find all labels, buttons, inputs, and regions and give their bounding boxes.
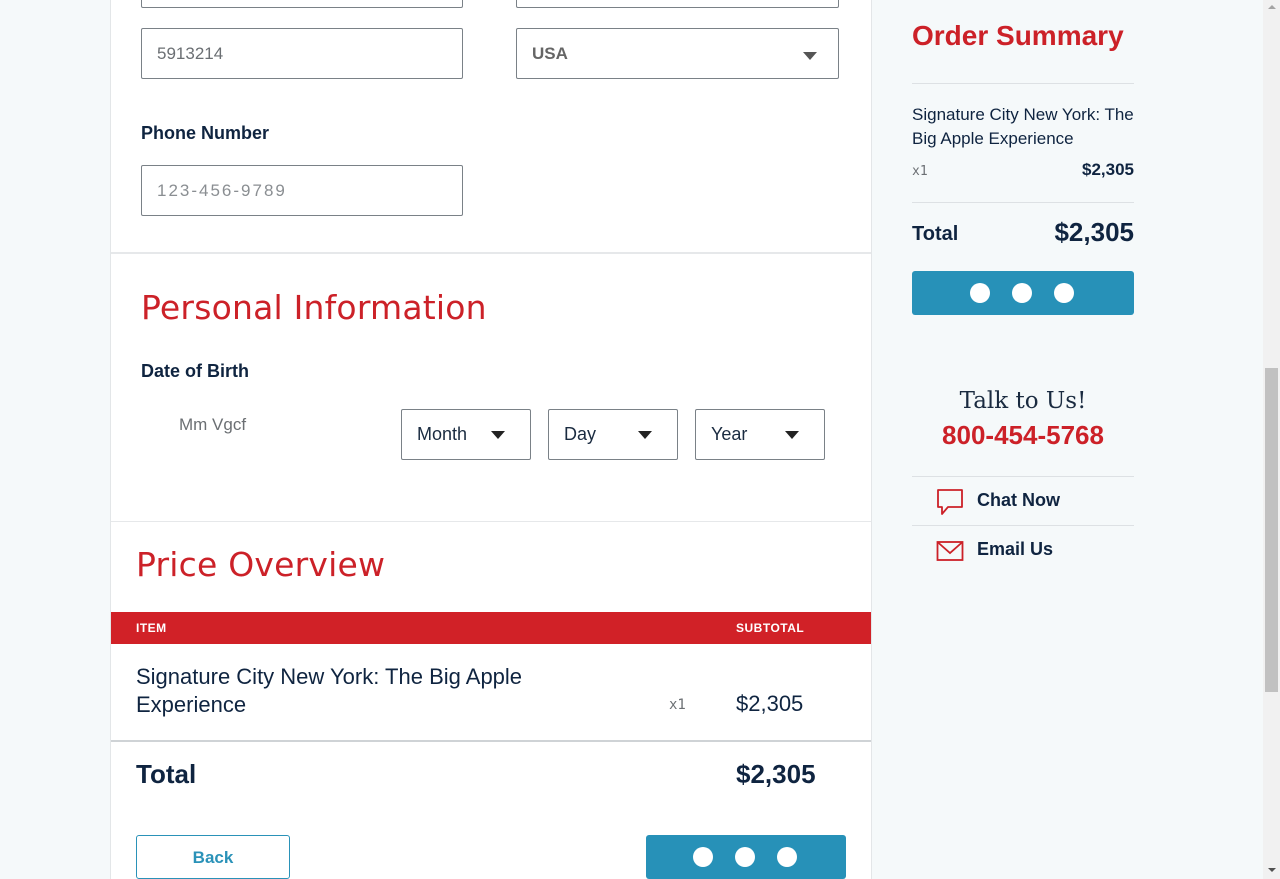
col-subtotal: SUBTOTAL xyxy=(736,621,805,635)
dob-hint: Mm Vgcf xyxy=(179,415,247,434)
loading-dot xyxy=(970,283,990,303)
price-item-name: Signature City New York: The Big Apple E… xyxy=(136,664,523,717)
section-divider xyxy=(111,521,871,522)
loading-dot xyxy=(693,847,713,867)
chat-now-link[interactable]: Chat Now xyxy=(912,477,1134,526)
order-summary-title: Order Summary xyxy=(912,20,1124,51)
scroll-up-arrow-icon[interactable] xyxy=(1268,5,1276,9)
phone-input[interactable]: 123-456-9789 xyxy=(141,165,463,216)
day-select[interactable]: Day xyxy=(548,409,678,460)
chevron-down-icon xyxy=(803,52,817,60)
partial-field-left[interactable] xyxy=(141,0,463,8)
loading-dot xyxy=(735,847,755,867)
price-item-qty: x1 xyxy=(669,697,686,713)
partial-field-right[interactable] xyxy=(516,0,839,8)
total-value: $2,305 xyxy=(736,759,816,789)
back-button[interactable]: Back xyxy=(136,835,290,879)
day-label: Day xyxy=(564,424,597,444)
total-label: Total xyxy=(136,759,197,789)
page-scrollbar[interactable] xyxy=(1263,0,1280,879)
section-divider xyxy=(111,252,871,254)
checkout-form: 5913214 USA Phone Number 123-456-9789 Pe… xyxy=(110,0,872,879)
summary-item-name: Signature City New York: The Big Apple E… xyxy=(912,105,1134,148)
zip-field[interactable]: 5913214 xyxy=(141,28,463,79)
phone-placeholder: 123-456-9789 xyxy=(157,181,287,200)
summary-continue-button-loading[interactable] xyxy=(912,271,1134,315)
col-item: ITEM xyxy=(136,621,167,635)
chat-now-label: Chat Now xyxy=(977,490,1060,510)
summary-item-price: $2,305 xyxy=(1082,160,1134,179)
personal-info-title: Personal Information xyxy=(141,288,487,327)
chevron-down-icon xyxy=(785,431,799,439)
chevron-down-icon xyxy=(638,431,652,439)
loading-dot xyxy=(777,847,797,867)
price-overview-title: Price Overview xyxy=(136,545,386,584)
scroll-down-arrow-icon[interactable] xyxy=(1268,868,1276,872)
loading-dot xyxy=(1012,283,1032,303)
total-divider xyxy=(111,740,871,742)
loading-dot xyxy=(1054,283,1074,303)
dob-label: Date of Birth xyxy=(141,361,249,381)
summary-divider xyxy=(912,202,1134,203)
month-select[interactable]: Month xyxy=(401,409,531,460)
scrollbar-thumb[interactable] xyxy=(1265,368,1278,692)
chat-bubble-icon xyxy=(937,489,963,515)
month-label: Month xyxy=(417,424,468,444)
summary-total-label: Total xyxy=(912,223,959,245)
price-item-subtotal: $2,305 xyxy=(736,691,804,716)
email-us-label: Email Us xyxy=(977,539,1054,559)
chevron-down-icon xyxy=(491,431,505,439)
continue-button-loading[interactable] xyxy=(646,835,846,879)
summary-divider xyxy=(912,83,1134,84)
year-label: Year xyxy=(711,424,748,444)
country-select[interactable]: USA xyxy=(516,28,839,79)
phone-label: Phone Number xyxy=(141,123,270,143)
email-us-link[interactable]: Email Us xyxy=(912,526,1134,575)
talk-to-us-label: Talk to Us! xyxy=(959,388,1087,414)
support-phone-link[interactable]: 800-454-5768 xyxy=(912,420,1134,451)
price-table-header: ITEM SUBTOTAL xyxy=(111,612,871,644)
zip-value: 5913214 xyxy=(157,44,224,63)
summary-item-qty: x1 xyxy=(912,164,928,179)
summary-total-value: $2,305 xyxy=(1054,217,1134,247)
country-value: USA xyxy=(532,44,568,63)
envelope-icon xyxy=(936,541,964,561)
year-select[interactable]: Year xyxy=(695,409,825,460)
